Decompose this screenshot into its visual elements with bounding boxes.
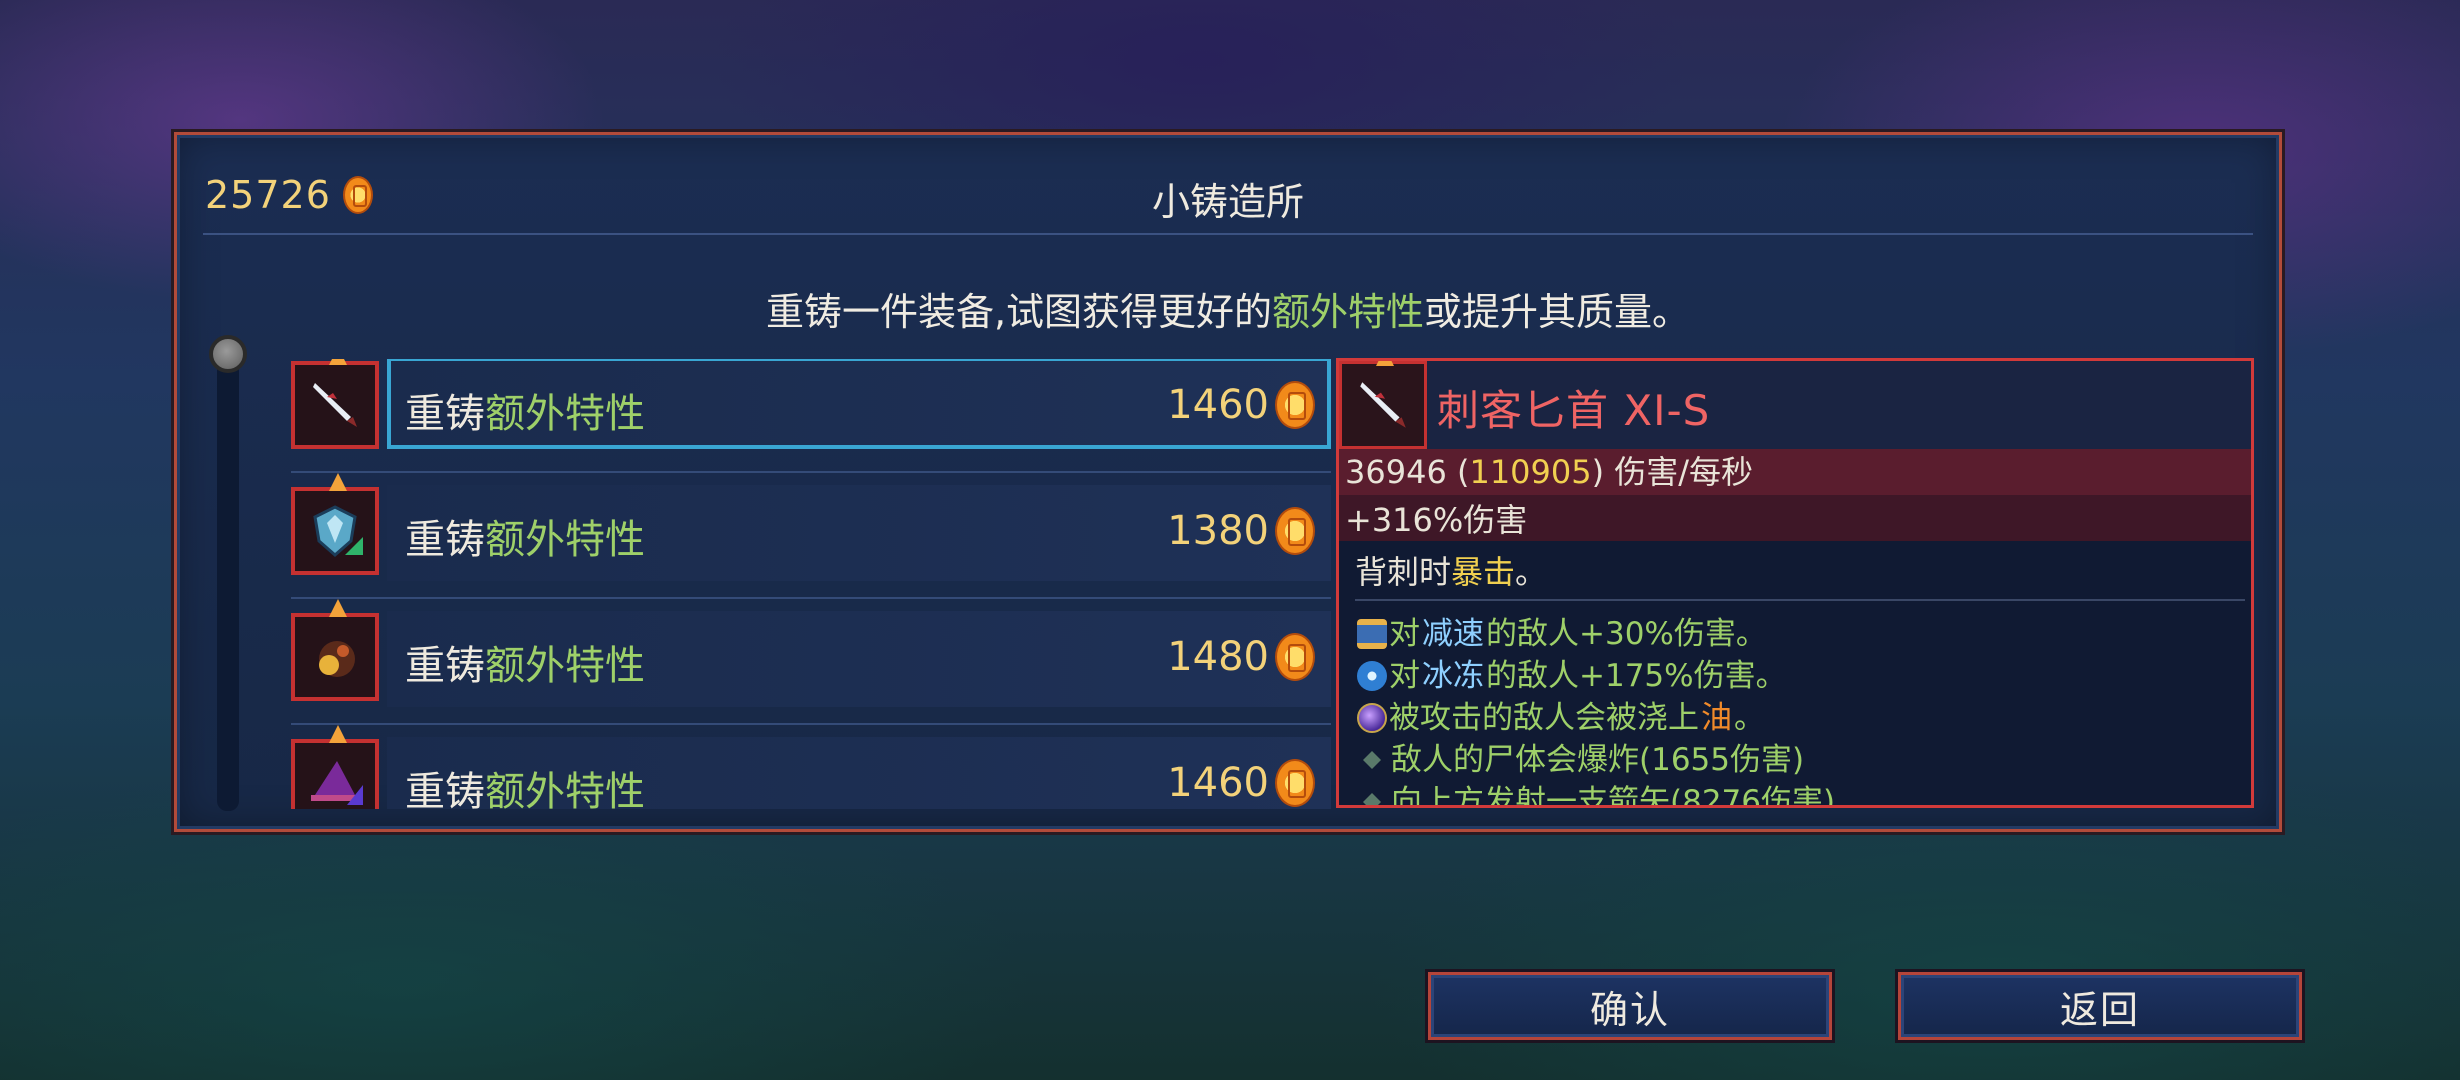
modifier-item: 对冰冻 的敌人+175%伤害。 [1357,655,1835,697]
reforge-row-4[interactable]: 重铸额外特性 1460 [291,725,1331,809]
slow-hourglass-icon [1357,619,1387,649]
row-divider [291,471,1331,473]
effect-suffix: 。 [1515,553,1548,591]
dagger-icon [1339,361,1427,449]
label-prefix: 重铸 [405,391,485,437]
bullet-diamond-icon [1363,793,1381,805]
instruction-text: 重铸一件装备,试图获得更好的额外特性或提升其质量。 [177,281,2279,336]
oil-orb-icon [1357,703,1387,733]
price-value: 1460 [1167,382,1269,428]
hat-glyph-icon [311,761,363,805]
reforge-list: 重铸额外特性 1460 重铸额外特性 1380 重铸额外特性 1480 重铸额外… [291,359,1331,809]
back-button[interactable]: 返回 [1898,972,2302,1040]
dagger-glyph-icon [1360,382,1406,428]
shield-glyph-icon [313,505,363,557]
reforge-label: 重铸额外特性 [405,381,645,439]
price: 1460 [1167,381,1315,429]
modifier-item: 对减速 的敌人+30%伤害。 [1357,613,1835,655]
confirm-button[interactable]: 确认 [1428,972,1832,1040]
reforge-row-3[interactable]: 重铸额外特性 1480 [291,599,1331,737]
scrollbar-knob[interactable] [209,335,247,373]
modifier-item: 敌人的尸体会爆炸(1655伤害) [1357,739,1835,781]
item-detail-card: 刺客匕首 XI-S 36946 (110905) 伤害/每秒 +316%伤害 背… [1336,358,2254,808]
modifier-list: 对减速 的敌人+30%伤害。 对冰冻 的敌人+175%伤害。 被攻击的敌人会被浇上油… [1357,613,1836,808]
label-highlight: 额外特性 [485,391,645,437]
dps-unit: 伤害/每秒 [1614,453,1754,491]
damage-bonus: +316%伤害 [1339,495,2251,541]
freeze-snowflake-icon [1357,661,1387,691]
label-prefix: 重铸 [405,517,485,563]
instruction-part2: 或提升其质量。 [1424,290,1691,334]
modifier-text: 向上方发射一支箭矢(8276伤害) [1391,784,1836,808]
effect-highlight: 暴击 [1451,553,1516,591]
shield-icon [291,473,379,575]
pet-glyph-icon [319,641,355,677]
modifier-text: 被攻击的敌人会被浇上 [1389,700,1699,736]
label-highlight: 额外特性 [485,643,645,689]
bullet-diamond-icon [1363,751,1381,769]
gold-coin-icon [1275,633,1315,681]
row-divider [291,597,1331,599]
dps-value: 36946 [1345,453,1447,491]
reforge-row-1[interactable]: 重铸额外特性 1460 [291,359,1331,485]
price: 1460 [1167,759,1315,807]
price-value: 1480 [1167,634,1269,680]
dps-crit-value: 110905 [1469,453,1592,491]
label-highlight: 额外特性 [485,769,645,809]
gold-coin-icon [1275,381,1315,429]
modifier-text: 对 [1389,658,1420,694]
reforge-label: 重铸额外特性 [405,759,645,809]
modifier-highlight: 减速 [1422,616,1484,652]
gold-coin-icon [1275,759,1315,807]
reforge-row-2[interactable]: 重铸额外特性 1380 [291,473,1331,611]
dagger-icon [291,359,379,449]
modifier-highlight: 油 [1701,700,1732,736]
instruction-part1: 重铸一件装备,试图获得更好的 [765,290,1273,334]
instruction-highlight: 额外特性 [1272,290,1425,334]
gold-coin-icon [1275,507,1315,555]
price-value: 1380 [1167,508,1269,554]
item-effect: 背刺时暴击。 [1355,547,1547,593]
modifier-text: 的敌人+175%伤害。 [1486,658,1787,694]
modifier-text: 对 [1389,616,1420,652]
modifier-item: 向上方发射一支箭矢(8276伤害) [1357,781,1836,808]
scrollbar-track[interactable] [217,361,239,811]
modifier-highlight: 冰冻 [1422,658,1484,694]
modifier-text: 。 [1734,700,1765,736]
price: 1380 [1167,507,1315,555]
pet-icon [291,599,379,701]
title-divider [203,233,2253,235]
dps-stat: 36946 (110905) 伤害/每秒 [1339,449,2251,495]
reforge-label: 重铸额外特性 [405,507,645,565]
label-prefix: 重铸 [405,769,485,809]
price: 1480 [1167,633,1315,681]
effect-prefix: 背刺时 [1355,553,1452,591]
reforge-label: 重铸额外特性 [405,633,645,691]
item-name: 刺客匕首 XI-S [1437,386,1711,435]
row-divider [291,723,1331,725]
dagger-glyph-icon [313,383,357,427]
label-highlight: 额外特性 [485,517,645,563]
rarity-mark-icon [1376,361,1394,366]
price-value: 1460 [1167,760,1269,806]
rarity-mark-icon [329,359,347,365]
hat-icon [291,725,379,809]
modifier-text: 的敌人+30%伤害。 [1486,616,1767,652]
modifier-text: 敌人的尸体会爆炸(1655伤害) [1391,742,1805,778]
detail-divider [1355,599,2245,601]
label-prefix: 重铸 [405,643,485,689]
page-title: 小铸造所 [1151,180,1304,224]
modifier-item: 被攻击的敌人会被浇上油。 [1357,697,1835,739]
